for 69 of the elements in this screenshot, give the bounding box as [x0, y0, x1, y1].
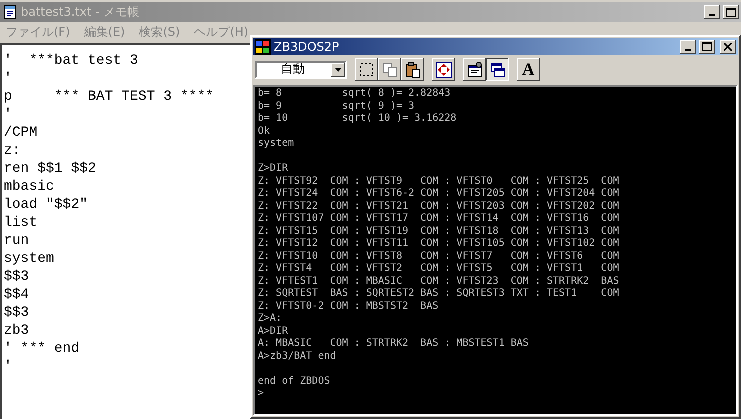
text-line: $$4: [4, 286, 30, 304]
text-line: ': [4, 106, 12, 124]
console-line: Z: VFTST0-2 COM : MBSTST2 BAS: [258, 300, 439, 313]
console-line: Z: SQRTEST BAS : SQRTEST2 BAS : SQRTEST3 TXT : TEST1 COM: [258, 288, 620, 300]
windows-icon: [490, 62, 506, 78]
text-line: zb3: [4, 322, 30, 340]
text-line: run: [4, 232, 30, 250]
font-size-dropdown[interactable]: 自動: [255, 60, 347, 79]
clipboard-icon: [404, 62, 420, 78]
text-line: system: [4, 250, 54, 268]
text-line: ren $$1 $$2: [4, 160, 96, 178]
console-line: b= 10 sqrt( 10 )= 3.16228: [258, 113, 457, 126]
console-line: Z: VFTST107 COM : VFTST17 COM : VFTST14 COM : VFTST16 COM: [258, 213, 620, 226]
console-line: Z: VFTST22 COM : VFTST21 COM : VFTST203 COM : VFTST202 COM: [258, 200, 620, 213]
console-line: end of ZBDOS: [258, 376, 330, 388]
text-line: ': [4, 70, 12, 88]
console-line: A>zb3/BAT end: [258, 350, 336, 363]
text-line: ': [4, 358, 12, 376]
text-line: $$3: [4, 304, 30, 322]
console-line: Z: VFTST24 COM : VFTST6-2 COM : VFTST205 COM : VFTST204 COM: [258, 188, 620, 200]
console-line: Z: VFTST4 COM : VFTST2 COM : VFTST5 COM : VFTST1 COM: [258, 263, 620, 276]
console-line: A: MBASIC COM : STRTRK2 BAS : MBSTEST1 BAS: [258, 338, 529, 350]
console-line: Ok: [258, 126, 270, 138]
text-line: p *** BAT TEST 3 ****: [4, 88, 214, 106]
arrows-icon: [436, 62, 452, 78]
text-line: $$3: [4, 268, 30, 286]
close-button[interactable]: [720, 40, 736, 54]
text-line: ' ***bat test 3: [4, 52, 138, 70]
console-line: >: [258, 388, 264, 400]
caret-icon: [334, 68, 342, 72]
selection-icon: [358, 62, 374, 78]
console-line: Z: VFTST10 COM : VFTST8 COM : VFTST7 COM : VFTST6 COM: [258, 250, 620, 263]
notepad-icon: [2, 4, 18, 20]
console-line: Z: VFTST15 COM : VFTST19 COM : VFTST18 COM : VFTST13 COM: [258, 226, 620, 238]
minimize-icon: [709, 14, 715, 16]
menu-item[interactable]: ヘルプ(H): [194, 24, 249, 40]
console-line: Z>A:: [258, 313, 282, 326]
maximize-icon: [726, 8, 736, 16]
console-line: Z: VFTST12 COM : VFTST11 COM : VFTST105 COM : VFTST102 COM: [258, 238, 620, 250]
console-line: Z>DIR: [258, 163, 288, 176]
ms-dos-icon: [255, 38, 271, 55]
text-line: load "$$2": [4, 196, 88, 214]
minimize-button[interactable]: [680, 40, 696, 54]
window-title: ZB3DOS2P: [274, 40, 340, 54]
console-line: system: [258, 138, 294, 150]
text-line: ' *** end: [4, 340, 80, 358]
console-line: Z: VFTEST1 COM : MBASIC COM : VFTST23 COM : STRTRK2 BAS: [258, 276, 620, 288]
copy-icon: [382, 62, 398, 78]
console-line: Z: VFTST92 COM : VFTST9 COM : VFTST0 COM : VFTST25 COM: [258, 176, 620, 188]
close-icon: [724, 42, 732, 51]
text-line: list: [4, 214, 38, 232]
maximize-icon: [702, 42, 712, 52]
font-button[interactable]: A: [517, 58, 540, 82]
console-line: A>DIR: [258, 326, 288, 338]
console-line: b= 8 sqrt( 8 )= 2.82843: [258, 88, 451, 100]
menu-item[interactable]: 検索(S): [139, 24, 180, 40]
text-line: z:: [4, 142, 21, 160]
menu-item[interactable]: ファイル(F): [6, 24, 70, 40]
maximize-button[interactable]: [699, 40, 715, 54]
text-line: /CPM: [4, 124, 38, 142]
window-title: battest3.txt - メモ帳: [21, 4, 141, 20]
minimize-button[interactable]: [704, 5, 720, 19]
menu-item[interactable]: 編集(E): [84, 24, 126, 40]
minimize-icon: [685, 48, 691, 51]
toolbar-button[interactable]: [486, 58, 509, 82]
text-line: mbasic: [4, 178, 54, 196]
maximize-button[interactable]: [723, 5, 739, 19]
properties-icon: [466, 62, 482, 78]
console-line: b= 9 sqrt( 9 )= 3: [258, 100, 415, 113]
